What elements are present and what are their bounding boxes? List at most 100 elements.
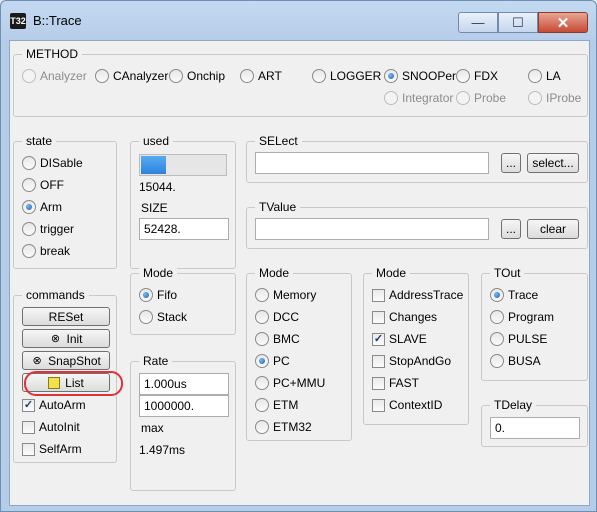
reset-button[interactable]: RESet (22, 307, 110, 326)
minimize-button[interactable]: — (458, 12, 498, 33)
init-button[interactable]: ⊗ Init (22, 329, 110, 348)
maximize-icon: ☐ (512, 14, 524, 30)
method-onchip[interactable]: Onchip (169, 67, 225, 85)
snapshot-icon: ⊗ (32, 354, 42, 367)
init-icon: ⊗ (50, 332, 61, 345)
state-disable[interactable]: DISable (22, 154, 83, 172)
mode-bmc[interactable]: BMC (255, 330, 300, 348)
tout-program[interactable]: Program (490, 308, 554, 326)
contextid-checkbox[interactable]: ContextID (372, 396, 442, 414)
state-break[interactable]: break (22, 242, 70, 260)
state-arm[interactable]: Arm (22, 198, 62, 216)
mode-dcc[interactable]: DCC (255, 308, 299, 326)
mode-etm32[interactable]: ETM32 (255, 418, 312, 436)
mode-etm[interactable]: ETM (255, 396, 298, 414)
mode-pc[interactable]: PC (255, 352, 290, 370)
method-canalyzer[interactable]: CAnalyzer (95, 67, 168, 85)
tout-trace[interactable]: Trace (490, 286, 538, 304)
size-field[interactable]: 52428. (139, 218, 229, 240)
method-iprobe[interactable]: IProbe (528, 89, 581, 107)
tout-busa[interactable]: BUSA (490, 352, 541, 370)
rate-label: Rate (139, 353, 173, 369)
rate-count-field[interactable]: 1000000. (139, 395, 229, 417)
radio-icon (312, 69, 326, 83)
autoarm-checkbox[interactable]: ✓ AutoArm (22, 396, 86, 414)
select-browse-button[interactable]: ... (501, 153, 521, 173)
state-label: state (22, 133, 57, 149)
state-trigger[interactable]: trigger (22, 220, 74, 238)
radio-selected-icon (139, 288, 153, 302)
radio-icon (528, 91, 542, 105)
checkbox-icon (372, 310, 385, 324)
snapshot-button[interactable]: ⊗ SnapShot (22, 351, 110, 370)
checkbox-icon (372, 354, 385, 368)
checkbox-icon (22, 442, 35, 456)
rate-group: Rate 1.000us 1000000. max 1.497ms (130, 353, 236, 491)
method-group: METHOD Analyzer CAnalyzer Onchip ART LOG… (13, 46, 588, 117)
mode-memory[interactable]: Memory (255, 286, 316, 304)
checkbox-icon (372, 376, 385, 390)
method-probe[interactable]: Probe (456, 89, 506, 107)
method-art[interactable]: ART (240, 67, 282, 85)
used-group: used 15044. SIZE 52428. (130, 133, 236, 269)
app-icon: T32 (10, 13, 26, 29)
autoinit-checkbox[interactable]: AutoInit (22, 418, 80, 436)
radio-icon (456, 69, 470, 83)
radio-icon (95, 69, 109, 83)
select-label: SELect (255, 133, 302, 149)
radio-icon (456, 91, 470, 105)
size-label: SIZE (137, 200, 172, 216)
rate-field[interactable]: 1.000us (139, 373, 229, 395)
window-title: B::Trace (33, 13, 82, 28)
checkbox-icon (372, 288, 385, 302)
selfarm-checkbox[interactable]: SelfArm (22, 440, 82, 458)
radio-icon (139, 310, 153, 324)
radio-icon (169, 69, 183, 83)
trace-dialog: METHOD Analyzer CAnalyzer Onchip ART LOG… (9, 40, 590, 506)
radio-icon (255, 288, 269, 302)
radio-icon (255, 310, 269, 324)
select-input[interactable] (255, 152, 489, 174)
mode-fifo[interactable]: Fifo (139, 286, 177, 304)
radio-icon (528, 69, 542, 83)
method-fdx[interactable]: FDX (456, 67, 498, 85)
tout-group: TOut Trace Program PULSE BUSA (481, 265, 588, 381)
state-group: state DISable OFF Arm trigger break (13, 133, 117, 269)
addresstrace-checkbox[interactable]: AddressTrace (372, 286, 463, 304)
mode-buffer-group: Mode Fifo Stack (130, 265, 236, 335)
title-bar[interactable]: T32 B::Trace — ☐ ✕ (1, 1, 596, 41)
trace-window: T32 B::Trace — ☐ ✕ METHOD Analyzer CAnal… (0, 0, 597, 512)
tdelay-field[interactable]: 0. (490, 417, 580, 439)
mode-pc-mmu[interactable]: PC+MMU (255, 374, 325, 392)
minimize-icon: — (471, 15, 485, 30)
mode-stack[interactable]: Stack (139, 308, 187, 326)
radio-icon (240, 69, 254, 83)
tvalue-input[interactable] (255, 218, 489, 240)
close-icon: ✕ (556, 14, 570, 32)
method-analyzer[interactable]: Analyzer (22, 67, 87, 85)
radio-icon (490, 310, 504, 324)
checkbox-icon (22, 420, 35, 434)
tvalue-group: TValue ... clear (246, 199, 588, 249)
radio-icon (22, 244, 36, 258)
maximize-button[interactable]: ☐ (498, 12, 538, 33)
tvalue-browse-button[interactable]: ... (501, 219, 521, 239)
select-button[interactable]: select... (527, 153, 579, 173)
radio-icon (255, 420, 269, 434)
changes-checkbox[interactable]: Changes (372, 308, 437, 326)
tout-pulse[interactable]: PULSE (490, 330, 547, 348)
method-integrator[interactable]: Integrator (384, 89, 453, 107)
used-value: 15044. (139, 180, 176, 194)
radio-selected-icon (490, 288, 504, 302)
stopandgo-checkbox[interactable]: StopAndGo (372, 352, 451, 370)
method-la[interactable]: LA (528, 67, 561, 85)
close-button[interactable]: ✕ (538, 12, 588, 33)
radio-icon (255, 332, 269, 346)
state-off[interactable]: OFF (22, 176, 64, 194)
slave-checkbox[interactable]: ✓ SLAVE (372, 330, 427, 348)
clear-button[interactable]: clear (527, 219, 579, 239)
fast-checkbox[interactable]: FAST (372, 374, 419, 392)
radio-icon (490, 332, 504, 346)
method-snooper[interactable]: SNOOPer (384, 67, 458, 85)
method-logger[interactable]: LOGGER (312, 67, 381, 85)
